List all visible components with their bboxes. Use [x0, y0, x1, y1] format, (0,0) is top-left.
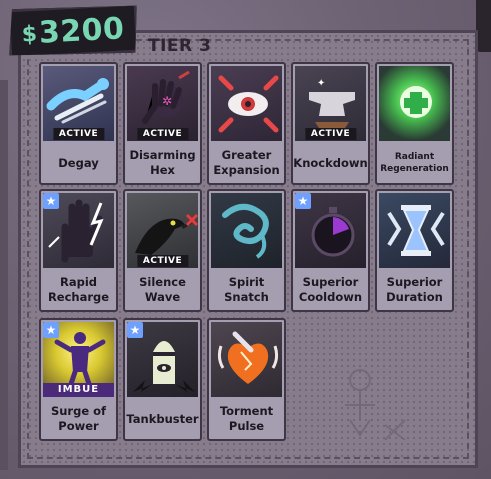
item-name: Radiant Regeneration [380, 152, 449, 174]
item-art [211, 322, 282, 397]
spirit-swirl-icon [222, 203, 269, 259]
item-art [379, 193, 450, 268]
item-name: Tankbuster [126, 411, 199, 426]
star-icon: ★ [127, 322, 143, 338]
svg-text:✲: ✲ [162, 94, 172, 108]
item-card-tankbuster[interactable]: ★ Tankbuster [123, 318, 202, 441]
tier-label: TIER 3 [148, 36, 212, 56]
item-name: Silence Wave [139, 275, 186, 304]
item-card-disarming-hex[interactable]: ✲ ACTIVE Disarming Hex [123, 62, 202, 185]
item-name: Superior Duration [386, 275, 443, 304]
item-name: Knockdown [293, 155, 368, 170]
item-name: Greater Expansion [213, 148, 280, 177]
svg-text:✦: ✦ [317, 78, 325, 89]
left-edge-strip [0, 80, 8, 470]
right-edge-tab [476, 0, 491, 52]
currency-symbol: $ [21, 21, 38, 48]
item-card-torment-pulse[interactable]: Torment Pulse [207, 318, 286, 441]
item-name: Superior Cooldown [298, 275, 363, 304]
item-card-degay[interactable]: ACTIVE Degay [39, 62, 118, 185]
active-badge: ACTIVE [304, 128, 357, 140]
item-card-knockdown[interactable]: ✦ ACTIVE Knockdown [291, 62, 370, 185]
item-name: Surge of Power [50, 404, 107, 433]
active-badge: ACTIVE [136, 255, 189, 267]
star-icon: ★ [43, 322, 59, 338]
expanding-eye-icon [218, 75, 279, 133]
item-name: Spirit Snatch [224, 275, 269, 304]
item-card-rapid-recharge[interactable]: ★ Rapid Recharge [39, 189, 118, 312]
heart-pulse-icon [217, 331, 279, 384]
item-card-surge-of-power[interactable]: ★ IMBUE Surge of Power [39, 318, 118, 441]
item-card-superior-duration[interactable]: Superior Duration [375, 189, 454, 312]
item-card-radiant-regeneration[interactable]: Radiant Regeneration [375, 62, 454, 185]
item-card-silence-wave[interactable]: ACTIVE Silence Wave [123, 189, 202, 312]
currency-display: $ 3200 [7, 3, 139, 60]
active-badge: ACTIVE [136, 128, 189, 140]
item-name: Torment Pulse [219, 404, 274, 433]
item-art [379, 66, 450, 141]
currency-amount: 3200 [38, 10, 126, 51]
item-card-superior-cooldown[interactable]: ★ Superior Cooldown [291, 189, 370, 312]
star-icon: ★ [43, 193, 59, 209]
item-art [211, 193, 282, 268]
item-name: Rapid Recharge [47, 275, 110, 304]
item-name: Degay [58, 155, 99, 170]
item-card-spirit-snatch[interactable]: Spirit Snatch [207, 189, 286, 312]
green-cross-icon [400, 86, 432, 118]
faded-sigil-decoration [345, 369, 406, 440]
item-name: Disarming Hex [129, 148, 196, 177]
imbue-badge: IMBUE [43, 383, 114, 397]
item-art [211, 66, 282, 141]
item-card-greater-expansion[interactable]: Greater Expansion [207, 62, 286, 185]
star-icon: ★ [295, 193, 311, 209]
active-badge: ACTIVE [52, 128, 105, 140]
hourglass-icon [387, 205, 445, 256]
